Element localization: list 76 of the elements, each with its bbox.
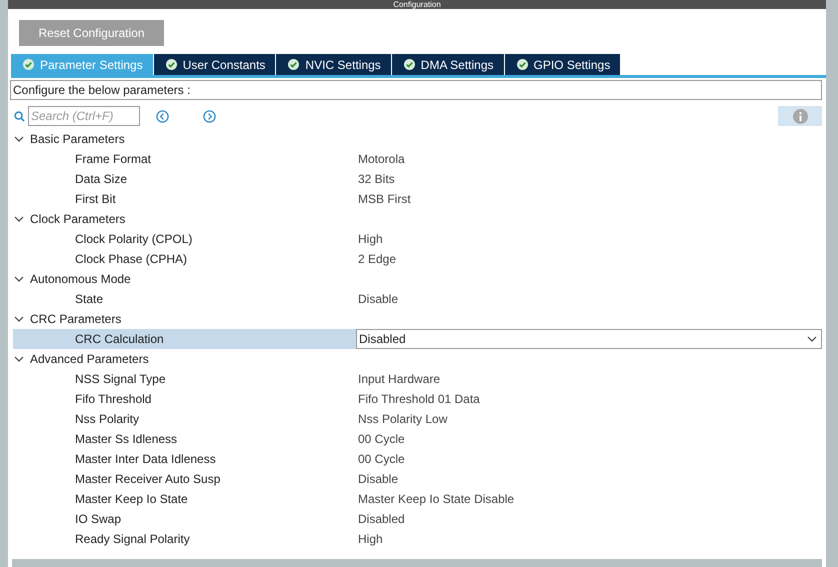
check-icon bbox=[166, 59, 177, 70]
chevron-icon[interactable] bbox=[14, 216, 24, 222]
window-title: Configuration bbox=[8, 0, 826, 9]
parameter-name: Clock Phase (CPHA) bbox=[74, 252, 188, 266]
parameter-row[interactable]: Master Keep Io State Master Keep Io State Disable bbox=[13, 489, 822, 509]
parameter-value: High bbox=[357, 232, 383, 246]
parameter-row[interactable]: Data Size 32 Bits bbox=[13, 169, 822, 189]
chevron-icon[interactable] bbox=[14, 136, 24, 142]
parameter-name: Master Receiver Auto Susp bbox=[74, 472, 222, 486]
parameter-value: High bbox=[357, 532, 383, 546]
check-icon bbox=[516, 59, 528, 70]
parameter-row[interactable]: First Bit MSB First bbox=[13, 189, 822, 209]
parameter-name: Master Keep Io State bbox=[74, 492, 189, 506]
parameter-value: MSB First bbox=[357, 192, 411, 206]
parameter-row[interactable]: Master Receiver Auto Susp Disable bbox=[13, 469, 822, 489]
parameter-name: State bbox=[74, 292, 104, 306]
parameter-value: Nss Polarity Low bbox=[357, 412, 448, 426]
parameter-value: Disable bbox=[357, 472, 398, 486]
previous-button[interactable] bbox=[156, 110, 169, 122]
parameter-name: Nss Polarity bbox=[74, 412, 140, 426]
tab[interactable]: NVIC Settings bbox=[276, 54, 392, 75]
parameter-value: Disabled bbox=[357, 512, 405, 526]
parameter-value: Master Keep Io State Disable bbox=[357, 492, 514, 506]
instruction-text: Configure the below parameters : bbox=[10, 80, 822, 100]
parameter-name: Data Size bbox=[74, 172, 128, 186]
parameter-row[interactable]: IO Swap Disabled bbox=[13, 509, 822, 529]
parameter-name: CRC Calculation bbox=[74, 332, 165, 346]
parameter-name: IO Swap bbox=[74, 512, 122, 526]
parameter-row[interactable]: Frame Format Motorola bbox=[13, 149, 822, 169]
chevron-icon[interactable] bbox=[14, 316, 24, 322]
caret-icon bbox=[807, 336, 817, 342]
parameter-row[interactable]: Ready Signal Polarity High bbox=[13, 529, 822, 549]
group-label[interactable]: Advanced Parameters bbox=[30, 352, 149, 366]
parameter-value: Motorola bbox=[357, 152, 405, 166]
parameter-name: NSS Signal Type bbox=[74, 372, 166, 386]
parameter-row[interactable]: NSS Signal Type Input Hardware bbox=[13, 369, 822, 389]
parameter-row[interactable]: State Disable bbox=[13, 289, 822, 309]
parameter-name: Ready Signal Polarity bbox=[74, 532, 191, 546]
parameter-row[interactable]: Master Ss Idleness 00 Cycle bbox=[13, 429, 822, 449]
search-icon bbox=[14, 110, 25, 122]
parameter-name: Frame Format bbox=[74, 152, 152, 166]
chevron-icon[interactable] bbox=[14, 276, 24, 282]
parameter-value: Input Hardware bbox=[357, 372, 440, 386]
parameter-name: Fifo Threshold bbox=[74, 392, 152, 406]
group-label[interactable]: Autonomous Mode bbox=[30, 272, 131, 286]
group-label[interactable]: Basic Parameters bbox=[30, 132, 125, 146]
info-icon bbox=[792, 108, 808, 124]
parameter-name: First Bit bbox=[74, 192, 117, 206]
group-label[interactable]: CRC Parameters bbox=[30, 312, 122, 326]
group-label[interactable]: Clock Parameters bbox=[30, 212, 126, 226]
parameter-row[interactable]: Clock Phase (CPHA) 2 Edge bbox=[13, 249, 822, 269]
parameter-name: Clock Polarity (CPOL) bbox=[74, 232, 194, 246]
check-icon bbox=[23, 59, 34, 70]
parameter-row[interactable]: Fifo Threshold Fifo Threshold 01 Data bbox=[13, 389, 822, 409]
parameter-row[interactable]: Master Inter Data Idleness 00 Cycle bbox=[13, 449, 822, 469]
tab[interactable]: GPIO Settings bbox=[504, 54, 622, 75]
value-dropdown[interactable]: Disabled bbox=[356, 329, 822, 349]
parameter-value: Fifo Threshold 01 Data bbox=[357, 392, 480, 406]
check-icon bbox=[404, 59, 415, 70]
chevron-icon[interactable] bbox=[14, 356, 24, 362]
next-button[interactable] bbox=[203, 110, 216, 122]
check-icon bbox=[288, 59, 300, 70]
horizontal-scrollbar[interactable] bbox=[12, 559, 822, 567]
search-field[interactable]: Search (Ctrl+F) bbox=[28, 106, 140, 126]
tab[interactable]: DMA Settings bbox=[392, 54, 504, 75]
parameter-row[interactable]: Nss Polarity Nss Polarity Low bbox=[13, 409, 822, 429]
parameter-value: 32 Bits bbox=[357, 172, 395, 186]
parameter-name: Master Ss Idleness bbox=[74, 432, 178, 446]
parameter-name: Master Inter Data Idleness bbox=[74, 452, 217, 466]
parameter-row[interactable]: Clock Polarity (CPOL) High bbox=[13, 229, 822, 249]
parameter-value: 00 Cycle bbox=[357, 452, 405, 466]
selected-parameter-row[interactable]: CRC Calculation Disabled bbox=[13, 329, 822, 349]
parameter-value: 00 Cycle bbox=[357, 432, 405, 446]
tab[interactable]: User Constants bbox=[154, 54, 276, 75]
parameter-value: Disable bbox=[357, 292, 398, 306]
parameter-value: 2 Edge bbox=[357, 252, 396, 266]
